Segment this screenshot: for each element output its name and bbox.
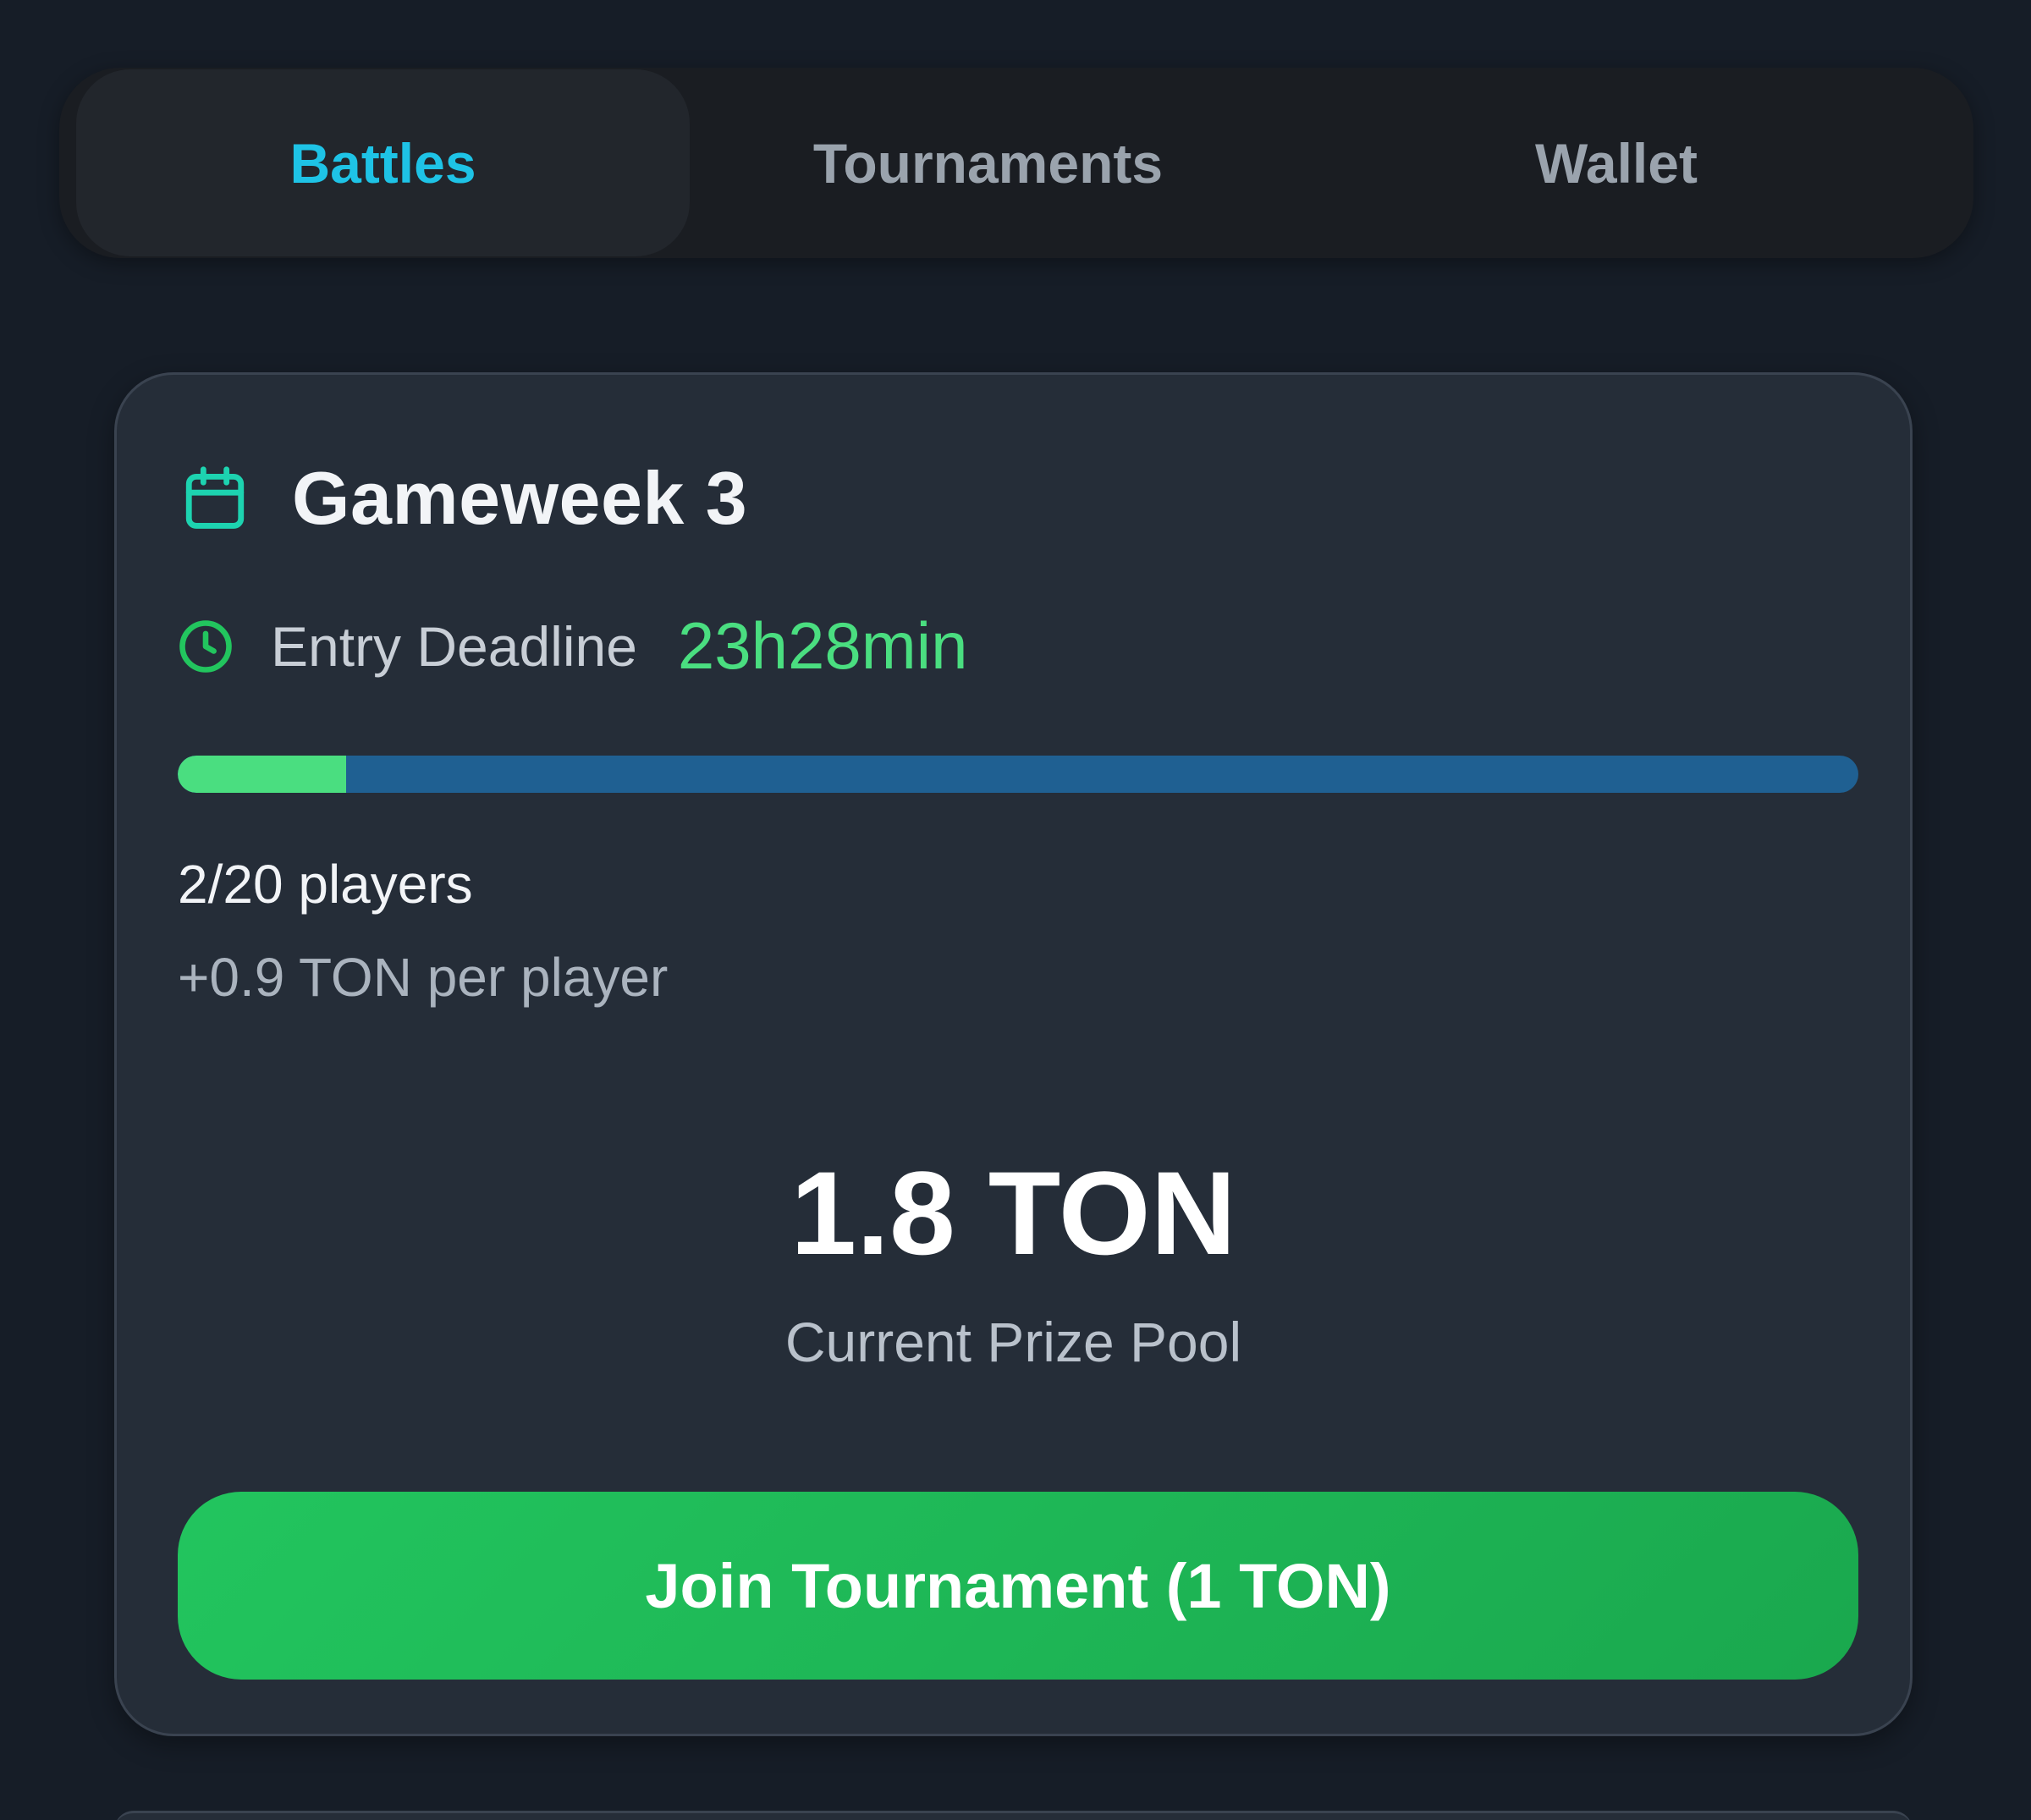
- players-progress-bar: [178, 756, 1858, 793]
- per-player-bonus: +0.9 TON per player: [178, 947, 669, 1008]
- tab-bar: Battles Tournaments Wallet: [59, 68, 1973, 258]
- join-tournament-button[interactable]: Join Tournament (1 TON): [178, 1492, 1858, 1680]
- card-header: Gameweek 3: [180, 455, 747, 542]
- players-progress-fill: [178, 756, 346, 793]
- tab-tournaments[interactable]: Tournaments: [736, 68, 1240, 258]
- clock-icon: [179, 619, 232, 673]
- next-card-edge: [114, 1811, 1913, 1820]
- tab-battles[interactable]: Battles: [76, 69, 690, 256]
- tournament-card: Gameweek 3 Entry Deadline 23h28min 2/20 …: [114, 372, 1913, 1736]
- deadline-row: Entry Deadline 23h28min: [178, 608, 968, 685]
- page: Battles Tournaments Wallet Gameweek 3 En…: [0, 0, 2031, 1820]
- tab-wallet[interactable]: Wallet: [1362, 68, 1870, 258]
- prize-pool-label: Current Prize Pool: [784, 1311, 1242, 1373]
- calendar-icon: [185, 466, 245, 529]
- card-title: Gameweek 3: [292, 456, 748, 540]
- prize-pool-amount: 1.8 TON: [790, 1146, 1236, 1279]
- deadline-countdown: 23h28min: [677, 608, 968, 683]
- players-count: 2/20 players: [178, 854, 473, 915]
- deadline-label: Entry Deadline: [271, 614, 637, 678]
